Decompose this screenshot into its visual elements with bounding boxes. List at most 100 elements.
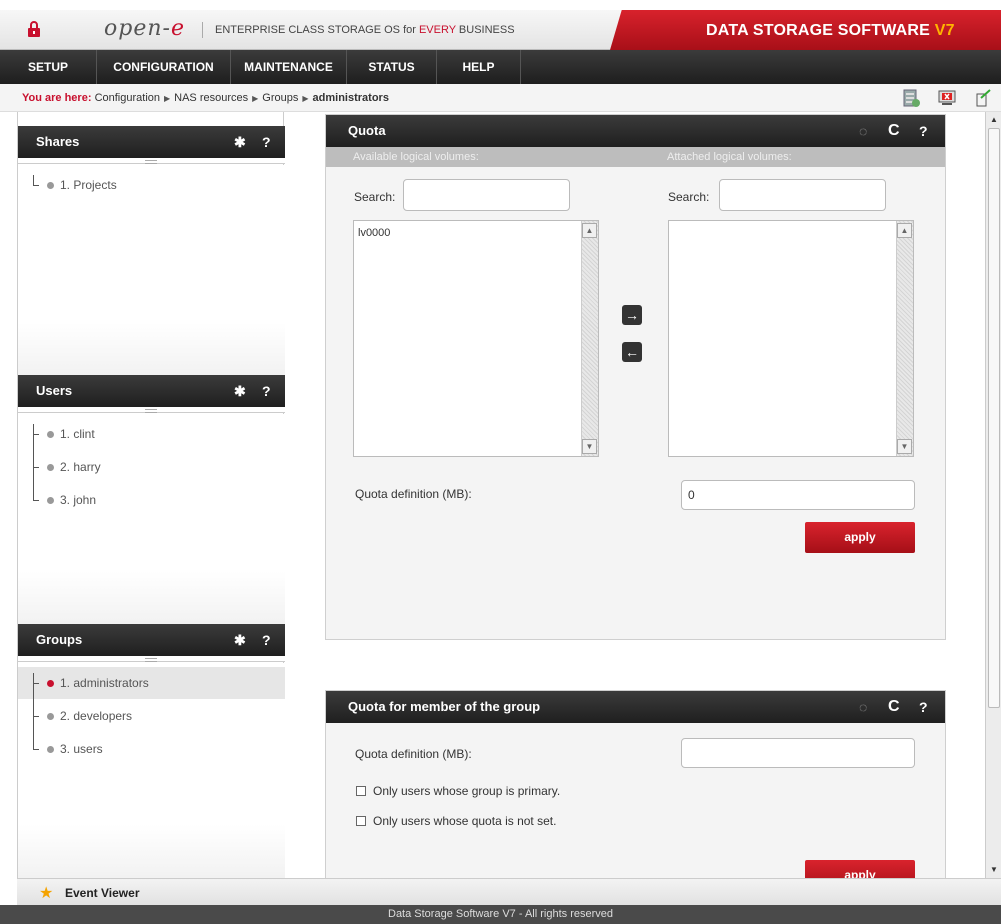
status-dot-icon	[47, 464, 54, 471]
member-quota-label: Quota definition (MB):	[355, 747, 472, 761]
lock-icon	[28, 21, 40, 37]
breadcrumb-groups[interactable]: Groups	[262, 92, 298, 104]
help-icon[interactable]: ?	[262, 624, 271, 656]
footer: Data Storage Software V7 - All rights re…	[0, 905, 1001, 924]
scroll-up-icon[interactable]: ▲	[987, 113, 1001, 127]
logout-icon[interactable]	[973, 88, 993, 108]
move-left-button[interactable]: ←	[622, 342, 642, 362]
server-icon[interactable]	[901, 88, 921, 108]
group-item[interactable]: 2. developers	[28, 693, 285, 726]
group-item-selected[interactable]: 1. administrators	[18, 667, 285, 699]
help-icon[interactable]: ?	[262, 126, 271, 158]
menu-help[interactable]: HELP	[437, 50, 521, 84]
main-content: Quota ◌ C ? Available logical volumes: A…	[285, 112, 985, 891]
status-dot-icon	[47, 680, 54, 687]
spinner-icon: ◌	[859, 699, 868, 715]
scroll-up-icon[interactable]: ▲	[897, 223, 912, 238]
chevron-right-icon: ▶	[252, 94, 259, 103]
resize-handle[interactable]	[18, 158, 285, 164]
menu-setup[interactable]: SETUP	[0, 50, 97, 84]
breadcrumb-nas-resources[interactable]: NAS resources	[174, 92, 248, 104]
users-panel-header: Users ✱ ?	[18, 375, 285, 407]
quota-definition-label: Quota definition (MB):	[355, 487, 472, 501]
refresh-icon[interactable]: C	[888, 691, 900, 723]
list-scrollbar[interactable]: ▲ ▼	[896, 221, 913, 456]
help-icon[interactable]: ?	[919, 115, 928, 147]
gear-icon[interactable]: ✱	[234, 375, 246, 407]
breadcrumb-configuration[interactable]: Configuration	[95, 92, 160, 104]
star-icon: ★	[39, 885, 54, 902]
spinner-icon: ◌	[859, 123, 868, 139]
shutdown-icon[interactable]	[937, 88, 957, 108]
help-icon[interactable]: ?	[262, 375, 271, 407]
volume-option[interactable]: lv0000	[358, 227, 390, 239]
status-dot-icon	[47, 182, 54, 189]
quota-panel-header: Quota ◌ C ?	[326, 115, 945, 147]
attached-volumes-list[interactable]: ▲ ▼	[668, 220, 914, 457]
available-volumes-label: Available logical volumes:	[353, 151, 479, 163]
breadcrumb-prefix: You are here:	[22, 92, 92, 104]
available-volumes-list[interactable]: lv0000 ▲ ▼	[353, 220, 599, 457]
scrollbar-thumb[interactable]	[988, 128, 1000, 708]
scroll-up-icon[interactable]: ▲	[582, 223, 597, 238]
list-scrollbar[interactable]: ▲ ▼	[581, 221, 598, 456]
brand-logo: open-e	[104, 16, 185, 41]
shares-list: 1. Projects	[18, 165, 285, 375]
menu-configuration[interactable]: CONFIGURATION	[97, 50, 231, 84]
gear-icon[interactable]: ✱	[234, 126, 246, 158]
group-item[interactable]: 3. users	[28, 726, 285, 759]
member-quota-input[interactable]	[681, 738, 915, 768]
quota-title: Quota	[348, 123, 386, 138]
top-strip	[0, 0, 1001, 10]
resize-handle[interactable]	[18, 407, 285, 413]
breadcrumb: You are here: Configuration ▶ NAS resource…	[0, 84, 1001, 112]
search-available-input[interactable]	[403, 179, 570, 211]
groups-panel-header: Groups ✱ ?	[18, 624, 285, 656]
scroll-down-icon[interactable]: ▼	[897, 439, 912, 454]
shares-panel-header: Shares ✱ ?	[18, 126, 285, 158]
member-quota-panel-header: Quota for member of the group ◌ C ?	[326, 691, 945, 723]
event-viewer-label[interactable]: Event Viewer	[65, 886, 139, 900]
help-icon[interactable]: ?	[919, 691, 928, 723]
left-gutter	[0, 112, 17, 905]
menu-maintenance[interactable]: MAINTENANCE	[231, 50, 347, 84]
quota-definition-input[interactable]: 0	[681, 480, 915, 510]
quota-not-set-checkbox[interactable]	[356, 816, 366, 826]
chevron-right-icon: ▶	[164, 94, 171, 103]
groups-title: Groups	[36, 632, 83, 647]
primary-group-checkbox[interactable]	[356, 786, 366, 796]
sidebar: Shares ✱ ? 1. Projects Users ✱ ? 1. clin…	[17, 112, 285, 878]
page-scrollbar[interactable]: ▲ ▼	[985, 112, 1001, 878]
status-dot-icon	[47, 746, 54, 753]
shares-title: Shares	[36, 134, 80, 149]
user-item[interactable]: 2. harry	[28, 444, 285, 477]
volumes-subheader: Available logical volumes: Attached logi…	[326, 147, 945, 167]
event-viewer-bar[interactable]: ★ Event Viewer	[17, 878, 1001, 905]
scroll-down-icon[interactable]: ▼	[987, 863, 1001, 877]
user-item[interactable]: 3. john	[28, 477, 285, 510]
scroll-down-icon[interactable]: ▼	[582, 439, 597, 454]
groups-list: 1. administrators 2. developers 3. users	[18, 663, 285, 878]
quota-panel: Quota ◌ C ? Available logical volumes: A…	[325, 114, 946, 640]
status-dot-icon	[47, 431, 54, 438]
search-attached-label: Search:	[668, 190, 710, 204]
move-right-button[interactable]: →	[622, 305, 642, 325]
member-quota-panel: Quota for member of the group ◌ C ? Quot…	[325, 690, 946, 891]
member-quota-title: Quota for member of the group	[348, 699, 541, 714]
gear-icon[interactable]: ✱	[234, 624, 246, 656]
primary-group-label: Only users whose group is primary.	[373, 784, 561, 798]
status-dot-icon	[47, 713, 54, 720]
tagline: ENTERPRISE CLASS STORAGE OS for EVERY BU…	[202, 22, 515, 38]
header-tools	[893, 88, 993, 108]
refresh-icon[interactable]: C	[888, 115, 900, 147]
main-menu: SETUP CONFIGURATION MAINTENANCE STATUS H…	[0, 50, 1001, 84]
attached-volumes-label: Attached logical volumes:	[667, 151, 792, 163]
user-item[interactable]: 1. clint	[28, 424, 285, 444]
breadcrumb-current: administrators	[312, 92, 389, 104]
menu-status[interactable]: STATUS	[347, 50, 437, 84]
apply-button[interactable]: apply	[805, 522, 915, 553]
users-title: Users	[36, 383, 73, 398]
search-attached-input[interactable]	[719, 179, 886, 211]
resize-handle[interactable]	[18, 656, 285, 662]
share-item[interactable]: 1. Projects	[28, 175, 285, 195]
